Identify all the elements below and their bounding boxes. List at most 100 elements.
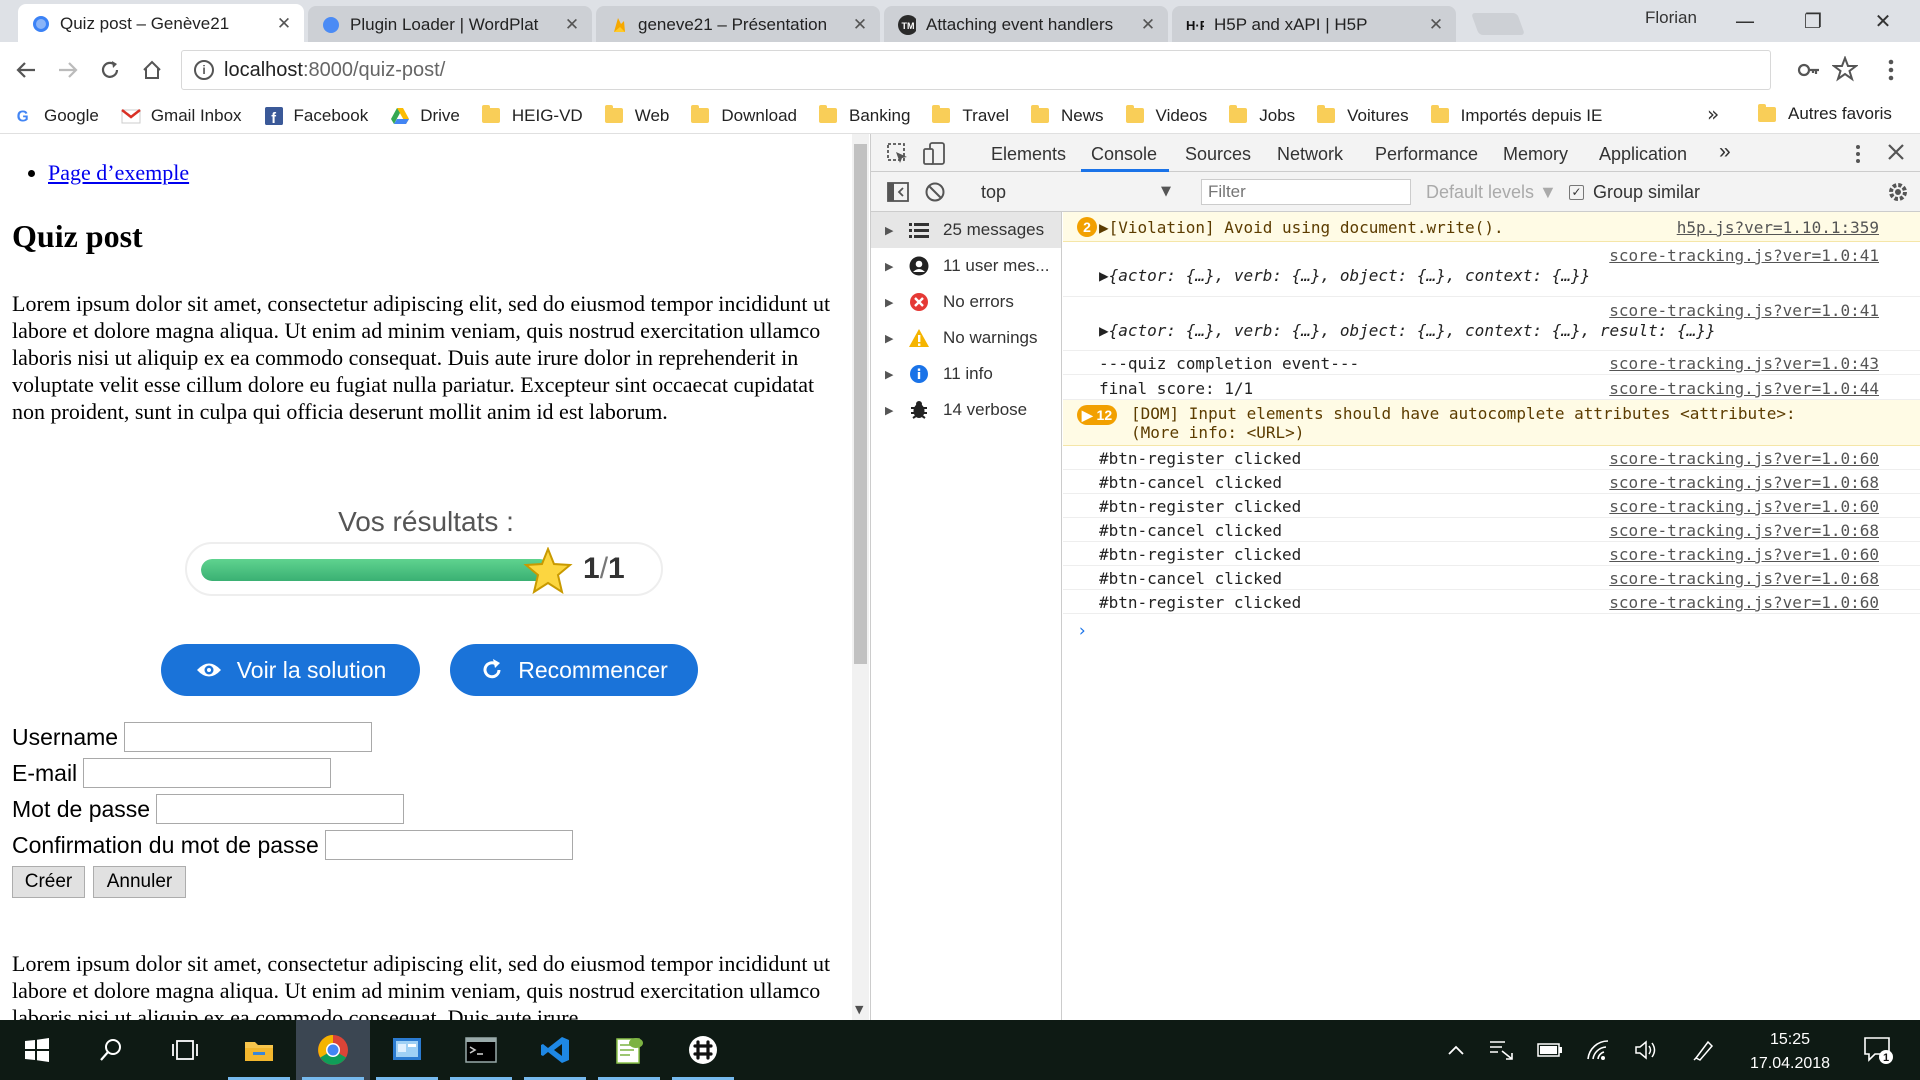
volume-icon[interactable]: [1632, 1036, 1660, 1064]
tab-geneve21-presentation[interactable]: geneve21 – Présentation ✕: [596, 6, 880, 43]
page-scrollbar[interactable]: ▼: [852, 134, 869, 1020]
checkbox-checked-icon[interactable]: ✓: [1569, 185, 1584, 200]
profile-name[interactable]: Florian: [1645, 8, 1697, 28]
devtools-tab-performance[interactable]: Performance: [1375, 144, 1478, 165]
bookmarks-overflow-button[interactable]: »: [1707, 102, 1719, 126]
chrome-icon[interactable]: [296, 1020, 370, 1080]
tab-quiz-post[interactable]: Quiz post – Genève21 ✕: [18, 4, 304, 43]
device-toolbar-icon[interactable]: [923, 142, 947, 166]
wifi-icon[interactable]: [1584, 1036, 1612, 1064]
taskbar-clock[interactable]: 15:25 17.04.2018: [1735, 1028, 1845, 1076]
devtools-tab-memory[interactable]: Memory: [1503, 144, 1568, 165]
bookmark-folder-web[interactable]: Web: [604, 105, 669, 126]
message-text[interactable]: ▶{actor: {…}, verb: {…}, object: {…}, co…: [1099, 321, 1716, 340]
tab-close-icon[interactable]: ✕: [274, 14, 294, 34]
bookmark-facebook[interactable]: f Facebook: [264, 106, 368, 126]
sidebar-toggle-icon[interactable]: [887, 181, 909, 203]
menu-kebab-icon[interactable]: [1887, 58, 1895, 82]
console-message-log[interactable]: #btn-register clicked score-tracking.js?…: [1063, 446, 1920, 470]
url-text[interactable]: localhost:8000/quiz-post/: [224, 59, 445, 82]
control-panel-icon[interactable]: [370, 1020, 444, 1080]
console-message-object[interactable]: score-tracking.js?ver=1.0:41 ▶{actor: {……: [1063, 242, 1920, 297]
bookmark-folder-importes-ie[interactable]: Importés depuis IE: [1430, 105, 1602, 126]
log-levels-dropdown[interactable]: Default levels ▼: [1426, 182, 1557, 203]
address-bar[interactable]: i localhost:8000/quiz-post/: [181, 50, 1771, 90]
scroll-down-arrow-icon[interactable]: ▼: [855, 1003, 863, 1016]
console-message-dom-warning[interactable]: ▶ 12 [DOM] Input elements should have au…: [1063, 400, 1920, 446]
message-source-link[interactable]: score-tracking.js?ver=1.0:41: [1609, 301, 1879, 320]
console-message-log[interactable]: final score: 1/1 score-tracking.js?ver=1…: [1063, 375, 1920, 400]
message-source-link[interactable]: score-tracking.js?ver=1.0:41: [1609, 246, 1879, 265]
sidebar-item-messages[interactable]: ▶ 25 messages: [871, 212, 1061, 248]
message-source-link[interactable]: score-tracking.js?ver=1.0:60: [1609, 497, 1879, 516]
console-settings-gear-icon[interactable]: [1887, 181, 1909, 203]
console-message-log[interactable]: #btn-register clicked score-tracking.js?…: [1063, 590, 1920, 614]
bookmark-folder-videos[interactable]: Videos: [1125, 105, 1207, 126]
message-source-link[interactable]: score-tracking.js?ver=1.0:68: [1609, 521, 1879, 540]
context-selector[interactable]: top: [981, 182, 1006, 203]
console-message-log[interactable]: #btn-register clicked score-tracking.js?…: [1063, 542, 1920, 566]
bookmark-folder-banking[interactable]: Banking: [818, 105, 910, 126]
sidebar-item-errors[interactable]: ▶ No errors: [871, 284, 1061, 320]
console-message-violation[interactable]: 2 ▶[Violation] Avoid using document.writ…: [1063, 212, 1920, 242]
bookmark-folder-news[interactable]: News: [1031, 105, 1104, 126]
more-tabs-button[interactable]: »: [1719, 140, 1731, 164]
search-icon[interactable]: [74, 1020, 148, 1080]
show-solution-button[interactable]: Voir la solution: [161, 644, 420, 696]
sidebar-item-info[interactable]: ▶ 11 info: [871, 356, 1061, 392]
context-dropdown-arrow-icon[interactable]: ▼: [1161, 184, 1171, 199]
cancel-button[interactable]: Annuler: [93, 866, 186, 898]
create-button[interactable]: Créer: [12, 866, 85, 898]
message-source-link[interactable]: score-tracking.js?ver=1.0:68: [1609, 473, 1879, 492]
message-source-link[interactable]: score-tracking.js?ver=1.0:60: [1609, 545, 1879, 564]
message-source-link[interactable]: h5p.js?ver=1.10.1:359: [1677, 218, 1879, 237]
tab-attaching-event-handlers[interactable]: TM Attaching event handlers ✕: [884, 6, 1168, 43]
expand-arrow-icon[interactable]: ▶: [885, 404, 897, 417]
other-bookmarks[interactable]: Autres favoris: [1758, 103, 1892, 124]
tab-close-icon[interactable]: ✕: [850, 15, 870, 35]
windows-start-icon[interactable]: [0, 1020, 74, 1080]
message-source-link[interactable]: score-tracking.js?ver=1.0:43: [1609, 354, 1879, 373]
group-similar-toggle[interactable]: ✓ Group similar: [1569, 182, 1700, 203]
expand-arrow-icon[interactable]: ▶: [885, 260, 897, 273]
home-button[interactable]: [134, 52, 170, 88]
touch-keyboard-icon[interactable]: [1487, 1036, 1515, 1064]
console-filter-input[interactable]: [1201, 179, 1411, 205]
message-source-link[interactable]: score-tracking.js?ver=1.0:68: [1609, 569, 1879, 588]
devtools-tab-elements[interactable]: Elements: [991, 144, 1066, 165]
expand-arrow-icon[interactable]: ▶: [885, 296, 897, 309]
tray-overflow-chevron-icon[interactable]: [1442, 1036, 1470, 1064]
devtools-tab-console[interactable]: Console: [1091, 144, 1157, 165]
page-example-link[interactable]: Page d’exemple: [48, 160, 189, 185]
email-input[interactable]: [83, 758, 332, 788]
retry-button[interactable]: Recommencer: [450, 644, 698, 696]
minimize-button[interactable]: —: [1725, 6, 1765, 36]
inspect-element-icon[interactable]: [887, 143, 909, 165]
reload-button[interactable]: [92, 52, 128, 88]
sidebar-item-user-messages[interactable]: ▶ 11 user mes...: [871, 248, 1061, 284]
terminal-icon[interactable]: [444, 1020, 518, 1080]
expand-arrow-icon[interactable]: ▶: [885, 332, 897, 345]
console-prompt[interactable]: ›: [1077, 621, 1087, 641]
pen-ink-icon[interactable]: [1690, 1036, 1718, 1064]
message-source-link[interactable]: score-tracking.js?ver=1.0:60: [1609, 593, 1879, 612]
key-icon[interactable]: [1797, 58, 1821, 82]
password-confirm-input[interactable]: [324, 830, 573, 860]
new-tab-button[interactable]: [1470, 13, 1526, 35]
message-source-link[interactable]: score-tracking.js?ver=1.0:60: [1609, 449, 1879, 468]
devtools-tab-sources[interactable]: Sources: [1185, 144, 1251, 165]
tab-plugin-loader[interactable]: Plugin Loader | WordPlat ✕: [308, 6, 592, 43]
notepad-plus-icon[interactable]: [592, 1020, 666, 1080]
console-message-object[interactable]: score-tracking.js?ver=1.0:41 ▶{actor: {……: [1063, 297, 1920, 351]
message-text[interactable]: ▶{actor: {…}, verb: {…}, object: {…}, co…: [1099, 266, 1590, 285]
expand-arrow-icon[interactable]: ▶: [885, 224, 897, 237]
bookmark-folder-download[interactable]: Download: [691, 105, 797, 126]
tab-close-icon[interactable]: ✕: [1138, 15, 1158, 35]
console-message-log[interactable]: #btn-cancel clicked score-tracking.js?ve…: [1063, 470, 1920, 494]
devtools-menu-icon[interactable]: [1855, 144, 1861, 164]
back-button[interactable]: [8, 52, 44, 88]
tab-close-icon[interactable]: ✕: [1426, 15, 1446, 35]
sidebar-item-verbose[interactable]: ▶ 14 verbose: [871, 392, 1061, 428]
tab-h5p-xapi[interactable]: H·P H5P and xAPI | H5P ✕: [1172, 6, 1456, 43]
slack-icon[interactable]: [666, 1020, 740, 1080]
